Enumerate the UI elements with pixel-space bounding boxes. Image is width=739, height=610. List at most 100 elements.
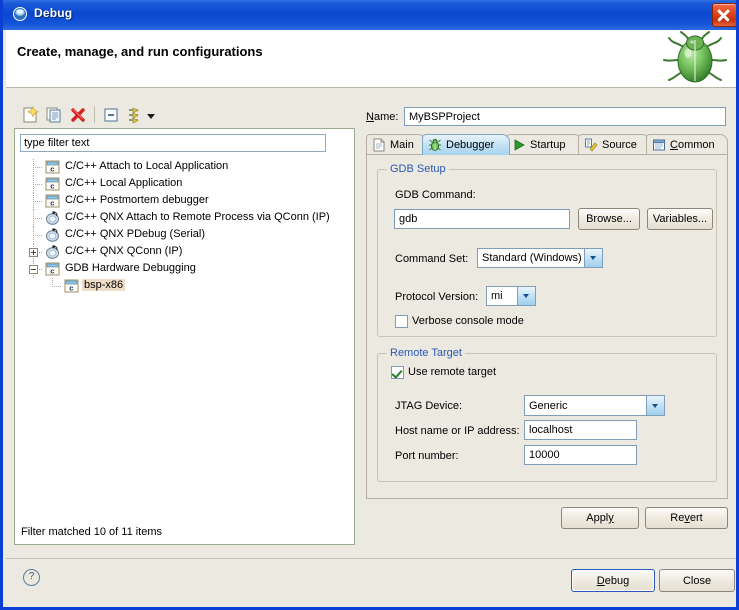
tree-item-label: C/C++ Postmortem debugger xyxy=(63,194,211,206)
configurations-toolbar xyxy=(14,102,355,128)
gdb-command-input[interactable] xyxy=(394,209,570,229)
protocol-version-value: mi xyxy=(487,290,517,302)
name-label: Name: xyxy=(366,111,398,123)
tab-label: Startup xyxy=(530,139,565,151)
host-name-label: Host name or IP address: xyxy=(395,425,520,437)
tree-guide-line xyxy=(33,193,34,210)
filter-icon[interactable] xyxy=(125,105,145,125)
tab-strip: Main Debugger Startup Source Common xyxy=(366,134,728,155)
qnx-config-icon xyxy=(45,228,60,242)
chevron-down-icon[interactable] xyxy=(517,287,535,305)
command-set-combo[interactable]: Standard (Windows) xyxy=(477,248,603,268)
use-remote-target-label[interactable]: Use remote target xyxy=(408,366,496,378)
c-config-icon: c xyxy=(45,177,60,191)
filter-input[interactable] xyxy=(20,134,326,152)
apply-button[interactable]: Apply xyxy=(561,507,639,529)
revert-button[interactable]: Revert xyxy=(645,507,728,529)
eclipse-debug-icon xyxy=(12,6,28,22)
svg-text:c: c xyxy=(69,283,73,292)
port-number-label: Port number: xyxy=(395,450,459,462)
run-arrow-icon xyxy=(512,138,526,152)
protocol-version-combo[interactable]: mi xyxy=(486,286,536,306)
tree-guide-line xyxy=(33,201,42,202)
tab-label: Source xyxy=(602,139,637,151)
tree-item[interactable]: C/C++ QNX QConn (IP) xyxy=(15,244,354,261)
duplicate-launch-configuration-icon[interactable] xyxy=(44,105,64,125)
tree-guide-line xyxy=(33,235,42,236)
common-icon xyxy=(652,138,666,152)
dropdown-arrow-icon[interactable] xyxy=(145,105,157,125)
tab-label: Common xyxy=(670,139,715,151)
delete-launch-configuration-icon[interactable] xyxy=(68,105,88,125)
command-set-value: Standard (Windows) xyxy=(478,252,584,264)
use-remote-target-checkbox[interactable] xyxy=(391,366,404,379)
configurations-tree[interactable]: cC/C++ Attach to Local ApplicationcC/C++… xyxy=(15,159,354,514)
tree-item-label: C/C++ Attach to Local Application xyxy=(63,160,230,172)
host-name-input[interactable] xyxy=(524,420,637,440)
tab-common[interactable]: Common xyxy=(646,134,728,155)
tree-item[interactable]: c C/C++ Postmortem debugger xyxy=(15,193,354,210)
tree-guide-line xyxy=(33,218,42,219)
c-config-icon: c xyxy=(45,262,60,276)
tree-item[interactable]: cC/C++ Local Application xyxy=(15,176,354,193)
close-button[interactable]: Close xyxy=(659,569,735,592)
jtag-device-combo[interactable]: Generic xyxy=(524,395,665,416)
debug-configurations-dialog: Debug Create, manage, and run configurat… xyxy=(0,0,739,610)
footer-divider xyxy=(6,558,739,559)
tab-startup[interactable]: Startup xyxy=(506,134,582,155)
collapse-all-icon[interactable] xyxy=(101,105,121,125)
remote-target-group-title: Remote Target xyxy=(387,347,465,359)
tree-guide-line xyxy=(33,210,34,227)
chevron-down-icon[interactable] xyxy=(646,396,664,415)
browse-button[interactable]: Browse... xyxy=(578,208,640,230)
tree-item-label: bsp-x86 xyxy=(82,279,125,291)
tree-guide-line xyxy=(52,286,61,287)
port-number-input[interactable] xyxy=(524,445,637,465)
toolbar-separator xyxy=(94,106,95,123)
tree-item[interactable]: c bsp-x86 xyxy=(15,278,354,295)
tree-guide-line xyxy=(33,227,34,244)
name-input[interactable] xyxy=(404,107,726,126)
tab-label: Main xyxy=(390,139,414,151)
debug-button[interactable]: Debug xyxy=(571,569,655,592)
new-launch-configuration-icon[interactable] xyxy=(20,105,40,125)
tree-item[interactable]: C/C++ QNX PDebug (Serial) xyxy=(15,227,354,244)
gdb-setup-group: GDB Setup GDB Command: Browse... Variabl… xyxy=(377,169,717,337)
tree-collapse-icon[interactable] xyxy=(29,265,38,274)
debugger-bug-icon xyxy=(428,138,442,152)
configuration-editor: Name: Main Debugger Startup Source Common GD… xyxy=(363,98,733,545)
tree-item-label: C/C++ QNX QConn (IP) xyxy=(63,245,184,257)
tree-expand-icon[interactable] xyxy=(29,248,38,257)
help-question-icon[interactable]: ? xyxy=(23,569,40,586)
tab-debugger[interactable]: Debugger xyxy=(422,134,510,155)
tree-guide-line xyxy=(33,176,34,193)
tab-source[interactable]: Source xyxy=(578,134,650,155)
tree-item[interactable]: C/C++ QNX Attach to Remote Process via Q… xyxy=(15,210,354,227)
gdb-command-label: GDB Command: xyxy=(395,189,476,201)
debugger-tab-page: GDB Setup GDB Command: Browse... Variabl… xyxy=(366,154,728,499)
window-titlebar: Debug xyxy=(3,0,739,30)
tree-item-label: C/C++ QNX Attach to Remote Process via Q… xyxy=(63,211,332,223)
tree-item[interactable]: c C/C++ Attach to Local Application xyxy=(15,159,354,176)
tab-main[interactable]: Main xyxy=(366,134,426,155)
filter-status-text: Filter matched 10 of 11 items xyxy=(21,526,162,538)
c-config-icon: c xyxy=(45,160,60,174)
tab-label: Debugger xyxy=(446,139,494,151)
svg-text:c: c xyxy=(50,266,54,275)
dialog-body: cC/C++ Attach to Local ApplicationcC/C++… xyxy=(6,88,739,607)
variables-button[interactable]: Variables... xyxy=(647,208,713,230)
protocol-version-label: Protocol Version: xyxy=(395,291,478,303)
close-icon[interactable] xyxy=(712,3,737,27)
jtag-device-value: Generic xyxy=(525,400,646,412)
qnx-config-icon xyxy=(45,245,60,259)
dialog-header: Create, manage, and run configurations xyxy=(6,30,739,88)
verbose-console-mode-checkbox[interactable] xyxy=(395,315,408,328)
verbose-console-mode-label[interactable]: Verbose console mode xyxy=(412,315,524,327)
chevron-down-icon[interactable] xyxy=(584,249,602,267)
tree-item[interactable]: cGDB Hardware Debugging xyxy=(15,261,354,278)
svg-text:c: c xyxy=(50,164,54,173)
svg-text:c: c xyxy=(50,198,54,207)
configurations-panel: cC/C++ Attach to Local ApplicationcC/C++… xyxy=(14,102,355,545)
svg-text:c: c xyxy=(50,181,54,190)
green-bug-icon xyxy=(649,30,739,88)
